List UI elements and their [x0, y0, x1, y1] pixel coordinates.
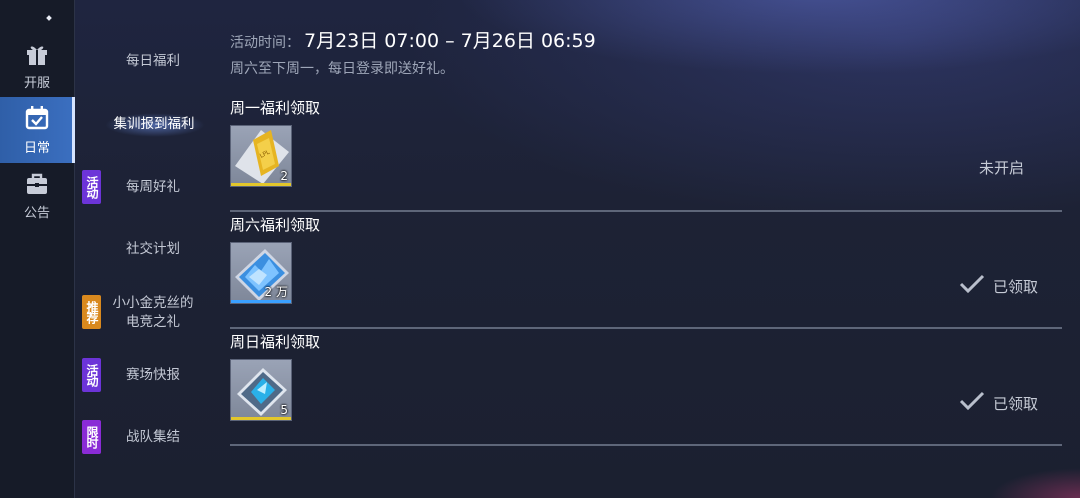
event-content: 活动时间： 7月23日 07:00 – 7月26日 06:59 周六至下周一，每日… [230, 0, 1062, 498]
reward-item[interactable]: 2 万 [230, 242, 292, 304]
menu-item-label: 每周好礼 [126, 178, 180, 195]
notification-mark [46, 15, 52, 21]
menu-item-match-news[interactable]: 活动 赛场快报 [75, 352, 215, 398]
menu-item-label: 每日福利 [126, 52, 180, 69]
menu-item-weekly-gift[interactable]: 活动 每周好礼 [75, 164, 215, 210]
tag-text: 推荐 [85, 301, 99, 323]
reward-quantity: 2 万 [264, 285, 288, 299]
menu-item-label: 战队集结 [126, 428, 180, 445]
activity-tag: 活动 [82, 358, 101, 392]
divider [230, 210, 1062, 212]
menu-item-social-plan[interactable]: 社交计划 [75, 226, 215, 272]
menu-item-jinx-gift[interactable]: 推荐 小小金克丝的 电竞之礼 [75, 289, 215, 337]
event-screen: 开服 日常 公告 每日福利 集训报到福利 活动 每周好礼 社交计划 推荐 小小金… [0, 0, 1080, 498]
section-title: 周六福利领取 [230, 216, 321, 234]
reward-quantity: 2 [280, 169, 288, 183]
rarity-bar [231, 417, 291, 420]
status-claimed: 已领取 [959, 391, 1038, 415]
section-title: 周日福利领取 [230, 333, 321, 351]
rarity-bar [231, 183, 291, 186]
calendar-check-icon [24, 105, 50, 135]
event-description: 周六至下周一，每日登录即送好礼。 [230, 61, 454, 77]
event-time-label: 活动时间： [230, 35, 300, 51]
reward-quantity: 5 [280, 403, 288, 417]
rail-item-open-server[interactable]: 开服 [0, 33, 74, 99]
status-text: 已领取 [992, 277, 1038, 296]
divider [230, 444, 1062, 446]
divider [230, 327, 1062, 329]
reward-item[interactable]: 5 [230, 359, 292, 421]
menu-item-label: 赛场快报 [126, 366, 180, 383]
status-not-started: 未开启 [978, 159, 1024, 177]
rail-item-label: 日常 [23, 140, 50, 156]
checkmark-icon [959, 391, 985, 415]
rarity-bar [231, 300, 291, 303]
tag-text: 活动 [85, 364, 99, 386]
category-rail: 开服 日常 公告 [0, 0, 75, 498]
menu-item-team-assemble[interactable]: 限时 战队集结 [75, 414, 215, 460]
rail-item-label: 开服 [23, 75, 50, 91]
activity-tag: 活动 [82, 170, 101, 204]
rail-item-daily[interactable]: 日常 [0, 97, 75, 163]
reward-item[interactable]: LPL 2 [230, 125, 292, 187]
menu-item-training-checkin[interactable]: 集训报到福利 [75, 101, 215, 147]
rail-item-label: 公告 [23, 205, 50, 221]
recommend-tag: 推荐 [82, 295, 101, 329]
menu-item-daily-welfare[interactable]: 每日福利 [75, 38, 215, 84]
reward-section-monday: 周一福利领取 LPL 2 未开启 [230, 97, 1062, 212]
event-time: 活动时间： 7月23日 07:00 – 7月26日 06:59 [230, 26, 596, 53]
event-time-value: 7月23日 07:00 – 7月26日 06:59 [304, 30, 596, 52]
menu-item-label: 小小金克丝的 电竞之礼 [112, 295, 194, 330]
menu-item-label: 社交计划 [126, 240, 180, 257]
tag-text: 活动 [85, 176, 99, 198]
rail-item-notice[interactable]: 公告 [0, 163, 74, 229]
menu-item-label: 集训报到福利 [113, 115, 195, 132]
section-title: 周一福利领取 [230, 99, 321, 117]
reward-section-sunday: 周日福利领取 5 已领取 [230, 331, 1062, 446]
checkmark-icon [959, 274, 985, 298]
briefcase-icon [24, 172, 50, 200]
reward-section-saturday: 周六福利领取 2 万 已领取 [230, 214, 1062, 329]
status-claimed: 已领取 [959, 274, 1038, 298]
activity-menu: 每日福利 集训报到福利 活动 每周好礼 社交计划 推荐 小小金克丝的 电竞之礼 … [75, 0, 215, 498]
limited-tag: 限时 [82, 420, 101, 454]
gift-icon [24, 42, 50, 70]
tag-text: 限时 [85, 426, 99, 448]
status-text: 已领取 [992, 394, 1038, 413]
